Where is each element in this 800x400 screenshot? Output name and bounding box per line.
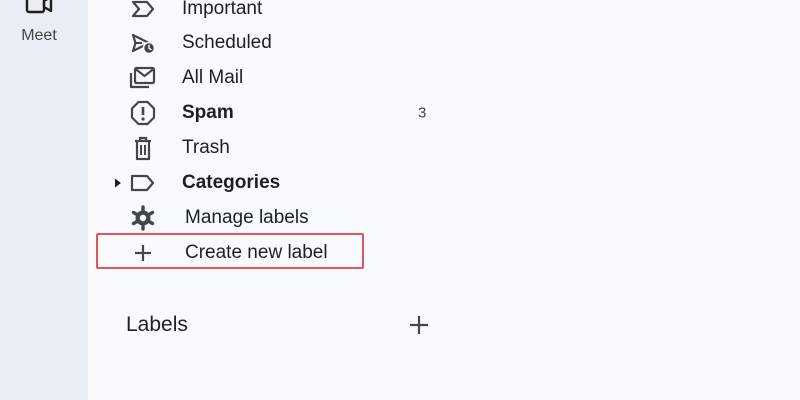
nav-item-label: All Mail [182, 66, 244, 88]
nav-item-all-mail[interactable]: All Mail [88, 60, 448, 95]
nav-item-scheduled[interactable]: Scheduled [88, 25, 448, 60]
nav-item-label: Scheduled [182, 31, 272, 53]
spam-icon [130, 100, 156, 125]
add-label-plus-icon[interactable] [406, 312, 432, 338]
nav-item-label: Spam [182, 101, 234, 123]
important-icon [131, 0, 155, 17]
all-mail-icon [129, 66, 156, 88]
expand-arrow-icon[interactable] [112, 177, 124, 189]
scheduled-icon [131, 33, 156, 54]
nav-item-categories[interactable]: Categories [88, 165, 448, 200]
rail-item-meet-label: Meet [21, 27, 57, 44]
video-camera-icon [25, 0, 53, 14]
nav-item-trash[interactable]: Trash [88, 130, 448, 165]
nav-item-important[interactable]: Important [88, 0, 448, 26]
nav-item-spam[interactable]: Spam 3 [88, 95, 448, 130]
create-new-label-button[interactable]: Create new label [88, 235, 448, 270]
rail-item-meet[interactable]: Meet [0, 0, 78, 56]
nav-item-label: Important [182, 0, 263, 19]
app-rail: Meet [0, 0, 88, 400]
nav-item-label: Create new label [185, 241, 328, 263]
plus-icon [135, 244, 151, 261]
nav-item-label: Trash [182, 136, 230, 158]
nav-item-label: Manage labels [185, 206, 309, 228]
unread-count: 3 [418, 104, 427, 121]
labels-section-title: Labels [126, 313, 188, 336]
mail-sidebar: Important Scheduled All Mail Spam 3 Tras… [88, 0, 800, 400]
nav-item-manage-labels[interactable]: Manage labels [88, 200, 448, 235]
nav-item-label: Categories [182, 171, 281, 193]
label-icon [130, 174, 155, 191]
trash-icon [135, 136, 151, 160]
gear-icon [131, 204, 155, 231]
